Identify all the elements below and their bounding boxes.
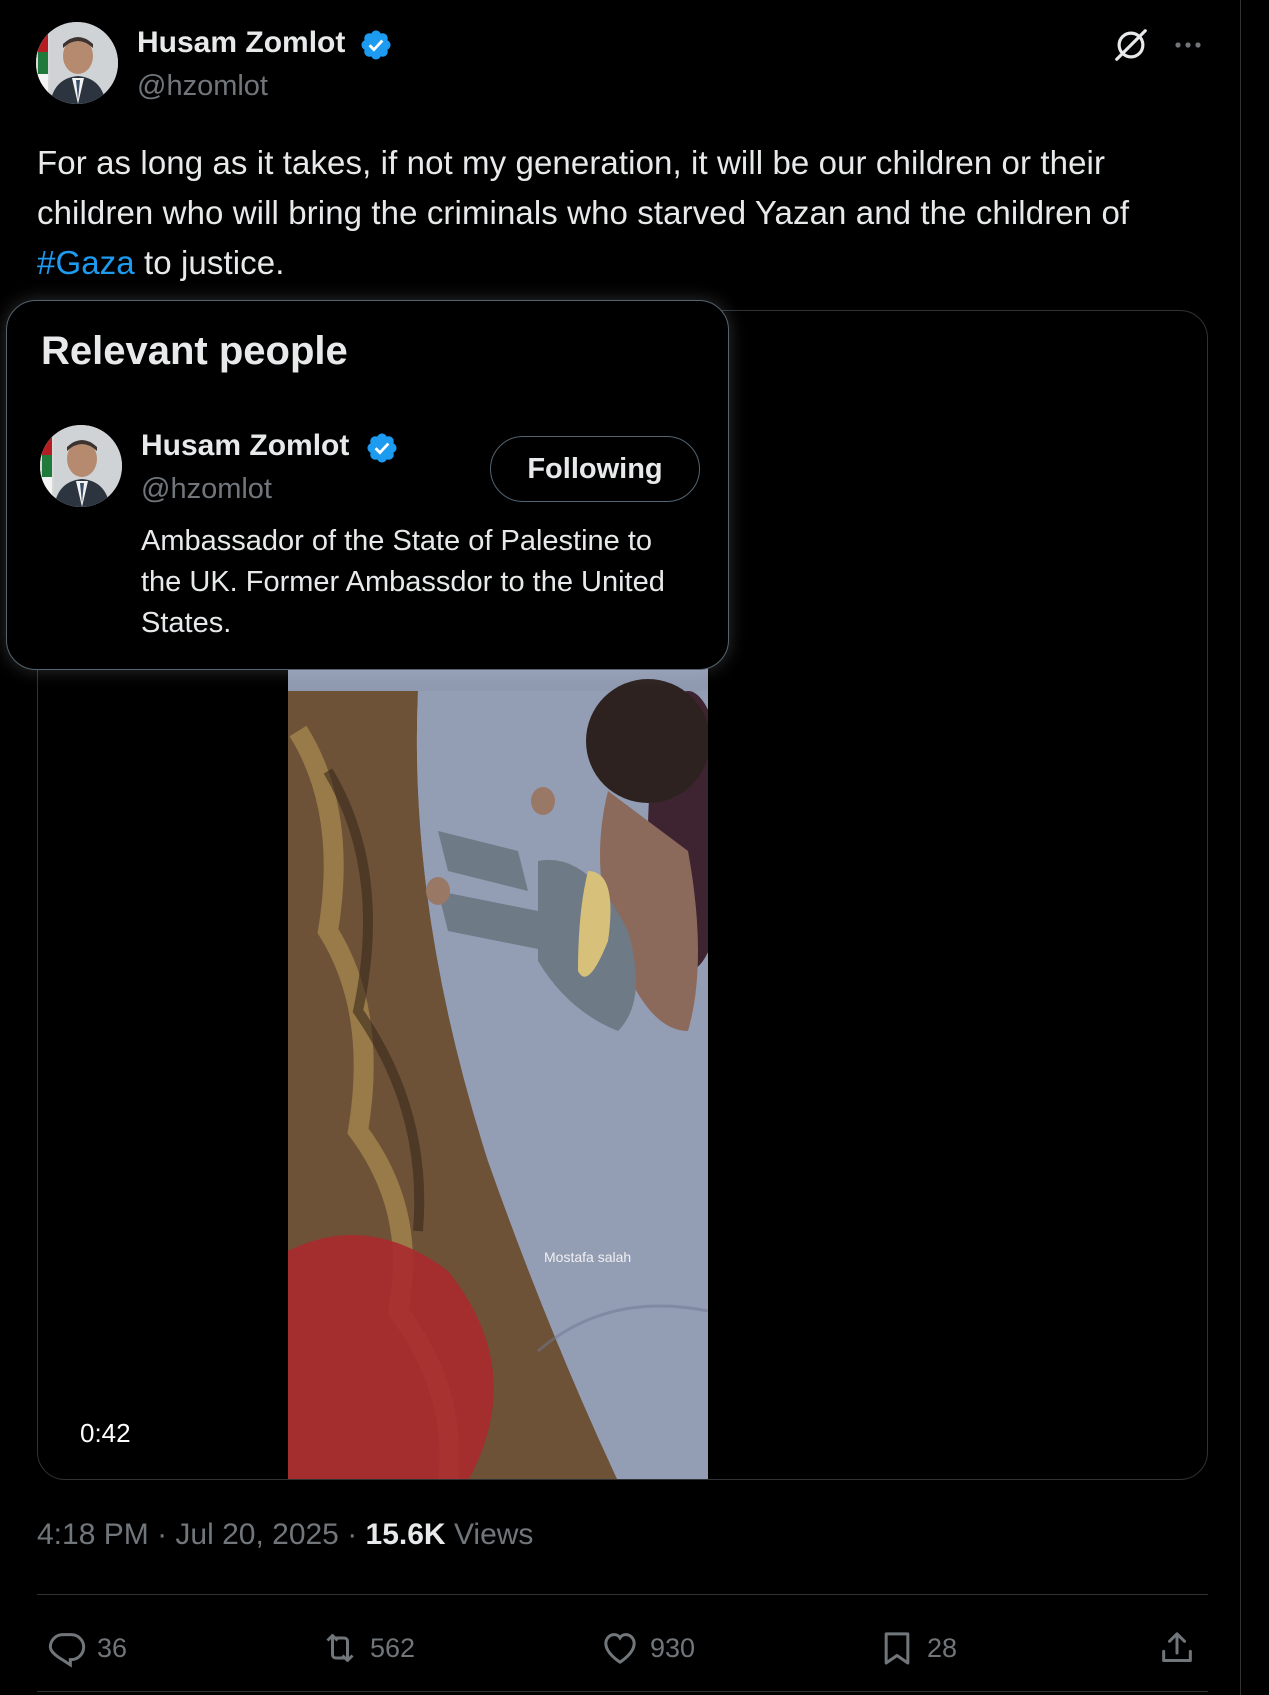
post-time[interactable]: 4:18 PM bbox=[37, 1518, 149, 1551]
tweet-text-end: to justice. bbox=[134, 244, 285, 281]
like-button[interactable]: 930 bbox=[600, 1620, 695, 1676]
views-count: 15.6K bbox=[365, 1518, 446, 1551]
post-meta: 4:18 PM · Jul 20, 2025 · 15.6K Views bbox=[37, 1518, 533, 1552]
relevant-person-handle[interactable]: @hzomlot bbox=[141, 473, 272, 506]
relevant-people-card: Relevant people Husam Zomlot @hzomlot Fo… bbox=[6, 300, 729, 670]
share-button[interactable] bbox=[1157, 1620, 1197, 1676]
hashtag-link[interactable]: #Gaza bbox=[37, 244, 135, 281]
repost-icon bbox=[326, 1634, 354, 1662]
meta-separator: · bbox=[148, 1518, 176, 1551]
grok-icon[interactable] bbox=[1112, 26, 1150, 64]
bookmark-button[interactable]: 28 bbox=[877, 1620, 957, 1676]
meta-separator-2: · bbox=[338, 1518, 366, 1551]
repost-count: 562 bbox=[370, 1632, 416, 1663]
relevant-person-bio: Ambassador of the State of Palestine to … bbox=[141, 525, 665, 639]
action-bar: 36 562 930 28 bbox=[37, 1620, 1208, 1676]
views-label: Views bbox=[453, 1518, 534, 1551]
bookmark-icon bbox=[884, 1632, 910, 1665]
post-date[interactable]: Jul 20, 2025 bbox=[175, 1518, 338, 1551]
divider-top bbox=[37, 1594, 1208, 1595]
divider-bottom bbox=[37, 1691, 1208, 1692]
bookmark-count: 28 bbox=[927, 1632, 958, 1663]
tweet-text: For as long as it takes, if not my gener… bbox=[37, 138, 1207, 288]
author-avatar[interactable] bbox=[36, 22, 118, 104]
repost-button[interactable]: 562 bbox=[320, 1620, 415, 1676]
verified-badge-icon bbox=[367, 433, 397, 463]
reply-count: 36 bbox=[97, 1632, 128, 1663]
tweet: Husam Zomlot @hzomlot For as long as it … bbox=[0, 0, 1241, 1695]
reply-icon bbox=[48, 1633, 86, 1668]
relevant-people-title: Relevant people bbox=[41, 329, 348, 373]
column-border bbox=[1240, 0, 1241, 1695]
author-name[interactable]: Husam Zomlot bbox=[137, 26, 345, 60]
like-count: 930 bbox=[650, 1632, 696, 1663]
relevant-person-name[interactable]: Husam Zomlot bbox=[141, 429, 349, 463]
verified-badge-icon bbox=[361, 30, 391, 60]
video-duration: 0:42 bbox=[80, 1418, 131, 1448]
tweet-text-body: For as long as it takes, if not my gener… bbox=[37, 144, 1130, 231]
author-handle[interactable]: @hzomlot bbox=[137, 70, 268, 103]
following-button[interactable]: Following bbox=[490, 436, 700, 502]
reply-button[interactable]: 36 bbox=[47, 1620, 127, 1676]
video-watermark: Mostafa salah bbox=[544, 1249, 632, 1265]
like-icon bbox=[604, 1633, 636, 1664]
relevant-person-avatar[interactable] bbox=[40, 425, 122, 507]
share-icon bbox=[1162, 1632, 1192, 1662]
more-icon[interactable] bbox=[1170, 30, 1206, 60]
